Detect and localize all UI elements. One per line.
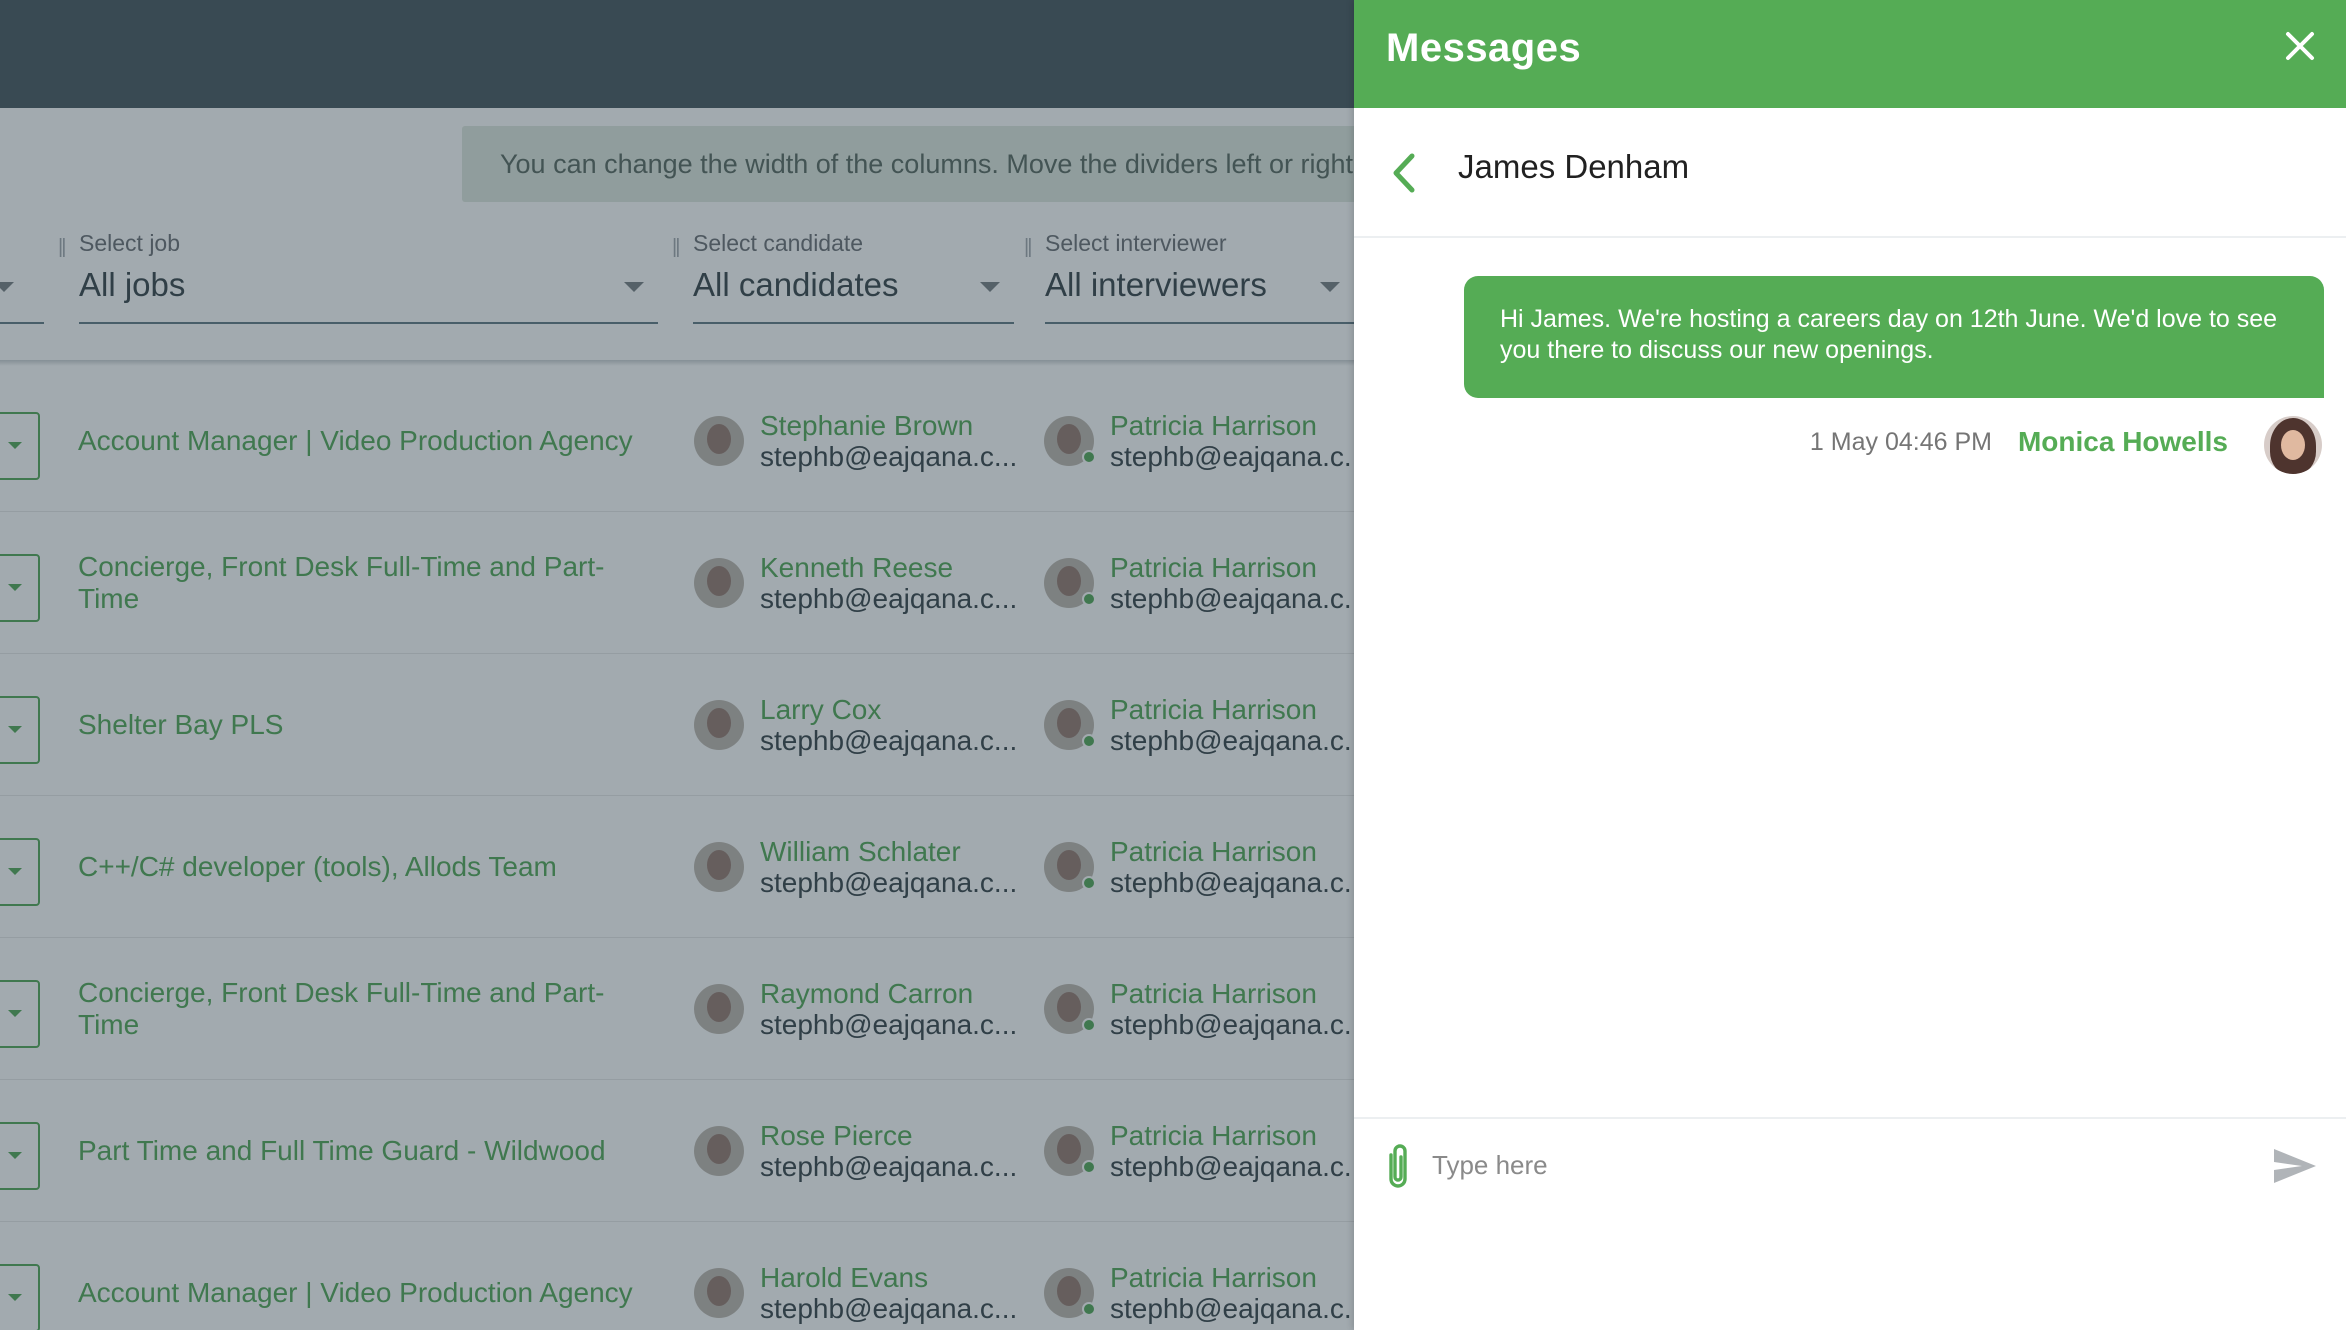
panel-title: Messages	[1386, 26, 1582, 70]
conversation-header: James Denham	[1354, 108, 2346, 238]
message-meta: 1 May 04:46 PM Monica Howells	[1810, 426, 2228, 458]
message-bubble: Hi James. We're hosting a careers day on…	[1464, 276, 2324, 398]
paperclip-icon	[1389, 1144, 1407, 1188]
back-button[interactable]	[1384, 150, 1424, 196]
avatar	[2264, 416, 2322, 474]
chevron-left-icon	[1393, 153, 1415, 193]
message-timestamp: 1 May 04:46 PM	[1809, 427, 1992, 456]
attach-button[interactable]	[1376, 1141, 1420, 1191]
background-app: You can change the width of the columns.…	[0, 0, 1354, 1330]
message-input[interactable]	[1432, 1133, 2192, 1197]
contact-name: James Denham	[1458, 148, 1690, 185]
message-author[interactable]: Monica Howells	[2018, 426, 2228, 458]
modal-backdrop[interactable]	[0, 0, 1354, 1330]
close-button[interactable]	[2280, 26, 2320, 66]
messages-panel: Messages James Denham Hi James. We're ho…	[1354, 0, 2346, 1330]
message-composer	[1354, 1117, 2346, 1209]
messages-header: Messages	[1354, 0, 2346, 108]
close-icon	[2286, 32, 2314, 60]
send-icon	[2274, 1149, 2316, 1183]
send-button[interactable]	[2270, 1143, 2320, 1189]
